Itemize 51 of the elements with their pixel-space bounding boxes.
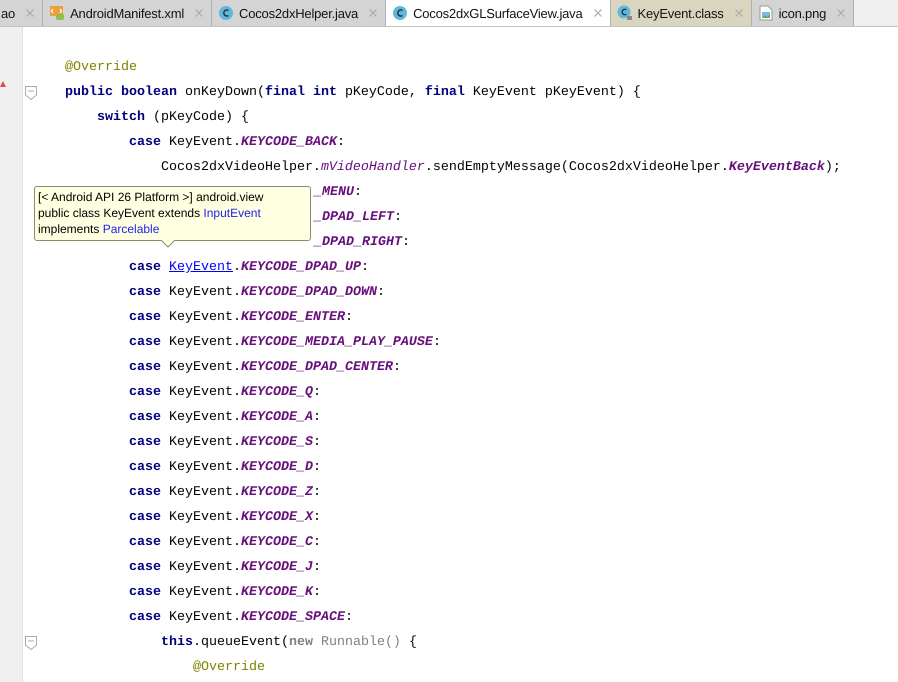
locked-class-icon [616, 5, 633, 21]
link[interactable]: KeyEvent [168, 260, 233, 275]
code-line: case KeyEvent.KEYCODE_A: [128, 410, 321, 425]
editor-tab[interactable]: AndroidManifest.xml [43, 0, 212, 26]
xml-file-icon [49, 5, 66, 21]
editor-tab[interactable]: KeyEvent.class [610, 0, 752, 26]
code-line: case KeyEvent.KEYCODE_Z: [128, 485, 321, 500]
code-line: case KeyEvent.KEYCODE_BACK: [128, 135, 345, 150]
close-icon[interactable] [734, 9, 743, 17]
code-line: case KeyEvent.KEYCODE_Q: [128, 385, 321, 400]
code-line: case KeyEvent.KEYCODE_J: [128, 560, 321, 575]
fold-icon[interactable] [25, 86, 37, 100]
editor-tab[interactable]: Cocos2dxHelper.java [212, 0, 386, 26]
editor-tab[interactable]: ao [0, 0, 44, 26]
close-icon[interactable] [594, 9, 602, 17]
editor-tab[interactable]: Cocos2dxGLSurfaceView.java [386, 0, 611, 26]
code-line: case KeyEvent.KEYCODE_K: [128, 585, 321, 600]
code-line: case KeyEvent.KEYCODE_D: [128, 460, 321, 475]
editor-tab[interactable]: icon.png [752, 0, 854, 26]
code-line: case KeyEvent.KEYCODE_SPACE: [128, 610, 353, 625]
class-icon [218, 5, 234, 21]
close-icon[interactable] [195, 9, 204, 17]
code-line: case KeyEvent.KEYCODE_MEDIA_PLAY_PAUSE: [128, 335, 441, 350]
code-line: case KeyEvent.KEYCODE_DPAD_CENTER: [128, 360, 401, 375]
fold-icon[interactable] [25, 636, 37, 650]
code-line: case KeyEvent.KEYCODE_C: [128, 535, 321, 550]
code-line: _DPAD_RIGHT: [314, 235, 410, 250]
code-line: @Override [192, 660, 265, 675]
code-line: switch (pKeyCode) { [96, 110, 249, 125]
code-line: _MENU: [314, 185, 362, 200]
change-marker-icon [0, 81, 6, 87]
close-icon[interactable] [837, 9, 846, 17]
code-line: @Override [64, 60, 137, 75]
close-icon[interactable] [369, 9, 378, 17]
close-icon[interactable] [26, 9, 34, 17]
code-line: case KeyEvent.KEYCODE_X: [128, 510, 321, 525]
tooltip-text: implements Parcelable [38, 221, 160, 237]
tooltip-text: [< Android API 26 Platform >] android.view [38, 189, 264, 205]
code-line: case KeyEvent.KEYCODE_DPAD_DOWN: [128, 285, 385, 300]
code-line: public boolean onKeyDown(final int pKeyCode, final KeyEvent pKeyEvent) { [64, 85, 641, 100]
tooltip-text: public class KeyEvent extends InputEvent [38, 205, 262, 221]
link[interactable]: InputEvent [203, 206, 261, 220]
code-line: case KeyEvent.KEYCODE_DPAD_UP: [128, 260, 369, 275]
code-line: case KeyEvent.KEYCODE_ENTER: [128, 310, 353, 325]
code-line: Cocos2dxVideoHelper.mVideoHandler.sendEmptyMessage(Cocos2dxVideoHelper.KeyEventBack); [160, 160, 841, 175]
link[interactable]: Parcelable [102, 222, 160, 236]
code-line: case KeyEvent.KEYCODE_S: [128, 435, 321, 450]
code-line: this.queueEvent(new Runnable() { [160, 635, 417, 650]
code-line: _DPAD_LEFT: [314, 210, 402, 225]
image-file-icon [758, 5, 774, 21]
class-icon [392, 5, 408, 21]
